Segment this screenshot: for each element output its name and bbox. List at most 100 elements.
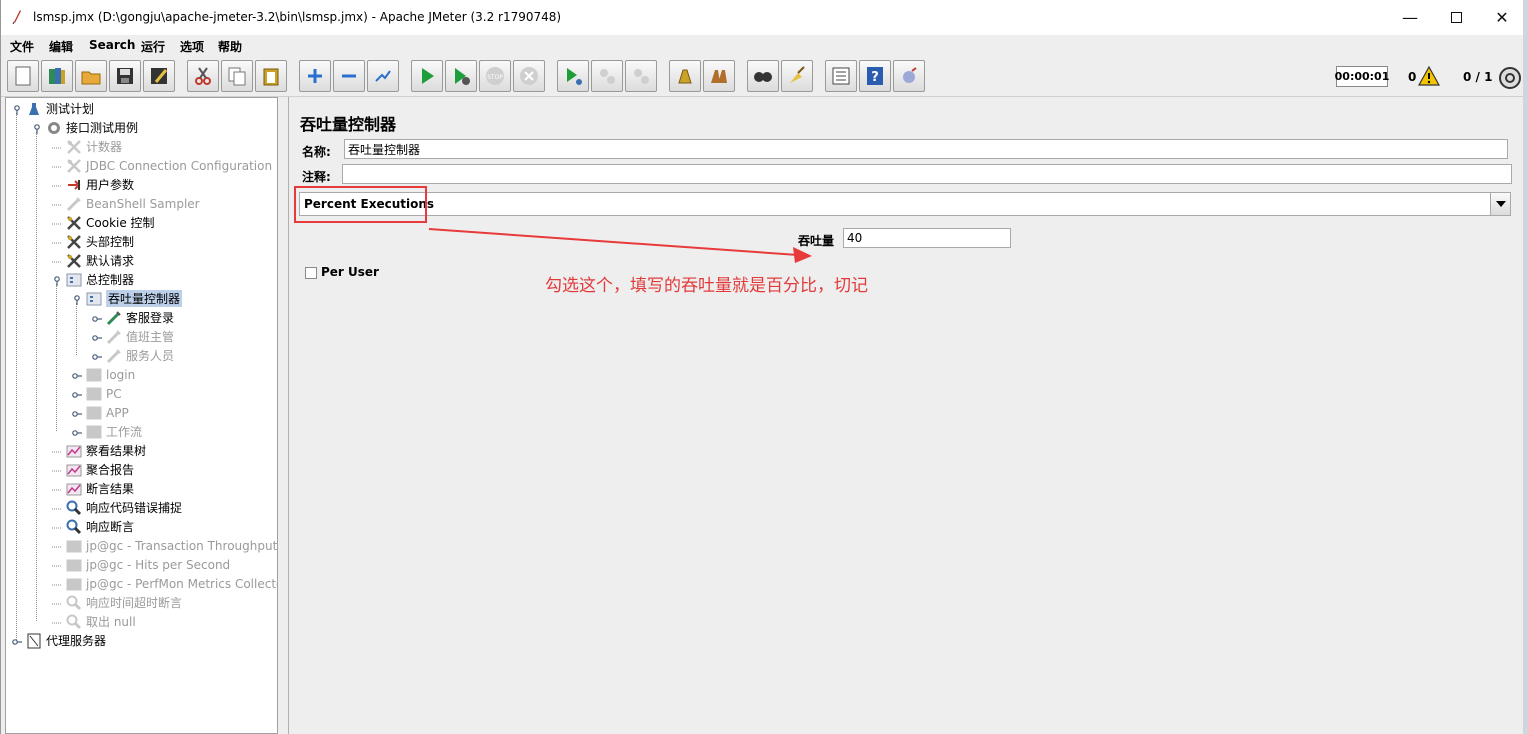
stop-button[interactable]: STOP (479, 60, 511, 92)
close-window-button[interactable]: ✕ (1479, 0, 1525, 35)
tree-node[interactable]: 工作流 (72, 422, 142, 441)
jmeter-feather-icon (12, 10, 21, 25)
templates-button[interactable] (41, 60, 73, 92)
shutdown-button[interactable] (513, 60, 545, 92)
split-pane-divider[interactable] (278, 97, 289, 734)
tree-node-label: PC (106, 386, 122, 401)
new-button[interactable] (7, 60, 39, 92)
maximize-button[interactable] (1433, 0, 1479, 35)
tree-collapsed-handle-icon[interactable] (92, 351, 102, 361)
start-button[interactable] (411, 60, 443, 92)
tree-node[interactable]: jp@gc - Hits per Second (52, 555, 230, 574)
collapse-all-button[interactable] (333, 60, 365, 92)
tree-expanded-handle-icon[interactable] (32, 123, 42, 134)
menu-run[interactable]: 运行 (141, 38, 165, 55)
tree-node[interactable]: 响应时间超时断言 (52, 593, 182, 612)
remote-engines-icon[interactable] (1498, 66, 1522, 90)
tree-branch-connector (52, 237, 62, 247)
tree-node[interactable]: 吞吐量控制器 (72, 289, 183, 308)
tree-node[interactable]: 默认请求 (52, 251, 134, 270)
tree-collapsed-handle-icon[interactable] (72, 408, 82, 418)
tree-node[interactable]: 服务人员 (92, 346, 174, 365)
tree-expanded-handle-icon[interactable] (12, 104, 22, 115)
menu-file[interactable]: 文件 (10, 38, 34, 55)
tree-node[interactable]: 断言结果 (52, 479, 134, 498)
toggle-icon (375, 70, 391, 82)
tree-collapsed-handle-icon[interactable] (72, 427, 82, 437)
comment-field[interactable] (342, 164, 1512, 184)
copy-button[interactable] (221, 60, 253, 92)
warning-icon[interactable] (1418, 66, 1440, 86)
tree-node[interactable]: 总控制器 (52, 270, 134, 289)
tree-node[interactable]: 头部控制 (52, 232, 134, 251)
log-viewer-button[interactable] (893, 60, 925, 92)
tree-expanded-handle-icon[interactable] (52, 275, 62, 286)
sampler-icon (106, 329, 122, 345)
tree-node[interactable]: JDBC Connection Configuration (52, 156, 272, 175)
remote-stop-button[interactable] (591, 60, 623, 92)
tree-expanded-handle-icon[interactable] (72, 294, 82, 305)
tree-node[interactable]: 接口测试用例 (32, 118, 138, 137)
function-helper-button[interactable] (825, 60, 857, 92)
per-user-label[interactable]: Per User (321, 265, 379, 279)
reset-search-button[interactable] (781, 60, 813, 92)
start-no-pause-button[interactable] (445, 60, 477, 92)
help-button[interactable]: ? (859, 60, 891, 92)
tree-node[interactable]: APP (72, 403, 129, 422)
test-plan-tree[interactable]: 测试计划 接口测试用例 计数器 JDBC Connection Configurati… (5, 97, 278, 734)
per-user-checkbox[interactable] (305, 267, 317, 279)
tree-node-label: 工作流 (106, 425, 143, 439)
tree-node-label: jp@gc - Hits per Second (86, 557, 231, 572)
tree-collapsed-handle-icon[interactable] (92, 332, 102, 342)
menu-search[interactable]: Search (89, 38, 135, 52)
dropdown-arrow-button[interactable] (1490, 193, 1510, 215)
menu-help[interactable]: 帮助 (218, 38, 242, 55)
search-button[interactable] (747, 60, 779, 92)
tree-node[interactable]: 代理服务器 (12, 631, 106, 650)
tree-node[interactable]: 取出 null (52, 612, 136, 631)
tree-collapsed-handle-icon[interactable] (72, 370, 82, 380)
tree-node[interactable]: 值班主管 (92, 327, 174, 346)
minimize-button[interactable]: — (1387, 0, 1433, 35)
tree-node[interactable]: 用户参数 (52, 175, 134, 194)
tree-node[interactable]: jp@gc - Transaction Throughput vs (52, 536, 277, 555)
throughput-input[interactable]: 40 (843, 228, 1011, 248)
clear-all-button[interactable] (703, 60, 735, 92)
expand-all-button[interactable] (299, 60, 331, 92)
tree-branch-connector (52, 617, 62, 627)
tree-node-label: APP (106, 405, 129, 420)
tree-collapsed-handle-icon[interactable] (12, 636, 22, 646)
remote-shutdown-button[interactable] (625, 60, 657, 92)
open-button[interactable] (75, 60, 107, 92)
paste-button[interactable] (255, 60, 287, 92)
tree-node-label: 客服登录 (126, 311, 175, 325)
svg-text:?: ? (871, 70, 879, 85)
remote-start-button[interactable] (557, 60, 589, 92)
tree-collapsed-handle-icon[interactable] (92, 313, 102, 323)
tree-node[interactable]: 聚合报告 (52, 460, 134, 479)
cut-button[interactable] (187, 60, 219, 92)
tree-node[interactable]: 响应断言 (52, 517, 134, 536)
menu-options[interactable]: 选项 (180, 38, 204, 55)
menu-edit[interactable]: 编辑 (49, 38, 73, 55)
remote-shutdown-icon (634, 69, 649, 84)
tree-node[interactable]: 测试计划 (12, 99, 94, 118)
save-as-button[interactable] (143, 60, 175, 92)
toggle-button[interactable] (367, 60, 399, 92)
name-field[interactable]: 吞吐量控制器 (344, 139, 1508, 159)
throughput-mode-select[interactable]: Percent Executions (299, 192, 1511, 216)
save-button[interactable] (109, 60, 141, 92)
tree-collapsed-handle-icon[interactable] (72, 389, 82, 399)
tree-node[interactable]: Cookie 控制 (52, 213, 155, 232)
tree-node[interactable]: PC (72, 384, 122, 403)
tree-node[interactable]: jp@gc - PerfMon Metrics Collector (52, 574, 277, 593)
clear-button[interactable] (669, 60, 701, 92)
tree-node[interactable]: login (72, 365, 135, 384)
tree-node[interactable]: 察看结果树 (52, 441, 146, 460)
tree-node[interactable]: BeanShell Sampler (52, 194, 200, 213)
tree-node[interactable]: 客服登录 (92, 308, 174, 327)
tree-node[interactable]: 响应代码错误捕捉 (52, 498, 182, 517)
tree-node[interactable]: 计数器 (52, 137, 122, 156)
workbench-icon (26, 633, 42, 649)
tree-node-label: 值班主管 (126, 330, 175, 344)
